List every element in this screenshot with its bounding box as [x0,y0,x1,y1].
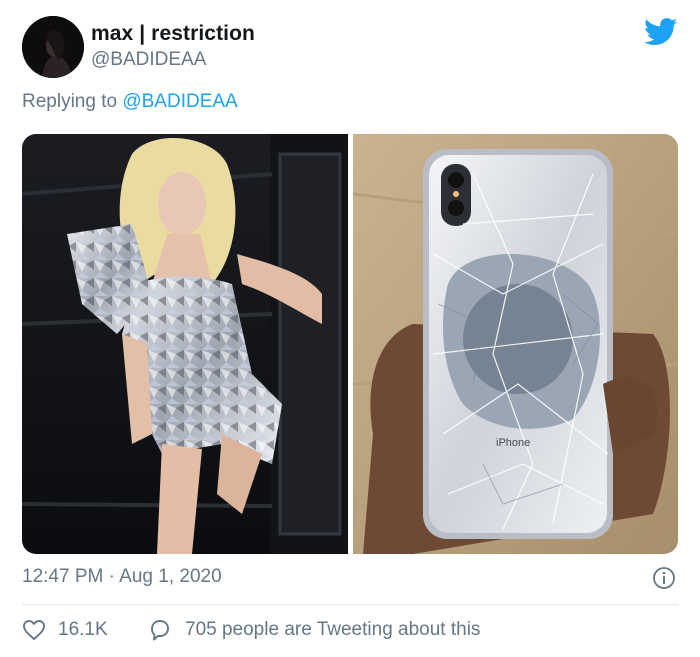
photo-woman-glass-dress[interactable] [22,134,348,554]
divider [22,604,678,605]
tweet-card: max | restriction @BADIDEAA Replying to … [0,0,700,657]
tweet-timestamp[interactable]: 12:47 PM · Aug 1, 2020 [22,566,222,588]
like-count[interactable]: 16.1K [58,619,108,641]
speech-bubble-icon[interactable] [148,619,172,641]
iphone-logo-text: iPhone [496,437,530,449]
avatar-image [22,16,84,78]
photo-shattered-iphone[interactable]: iPhone [353,134,678,554]
avatar[interactable] [22,16,84,78]
replying-to: Replying to @BADIDEAA [22,91,238,113]
tweeting-about-link[interactable]: 705 people are Tweeting about this [185,619,480,641]
author-handle[interactable]: @BADIDEAA [91,49,206,71]
author-name[interactable]: max | restriction [91,22,255,46]
twitter-bird-icon[interactable] [644,18,678,46]
tweet-media: iPhone [22,134,678,554]
info-icon[interactable] [652,566,676,590]
reply-mention-link[interactable]: @BADIDEAA [122,91,237,112]
replying-to-label: Replying to [22,91,123,112]
heart-icon[interactable] [22,619,46,641]
